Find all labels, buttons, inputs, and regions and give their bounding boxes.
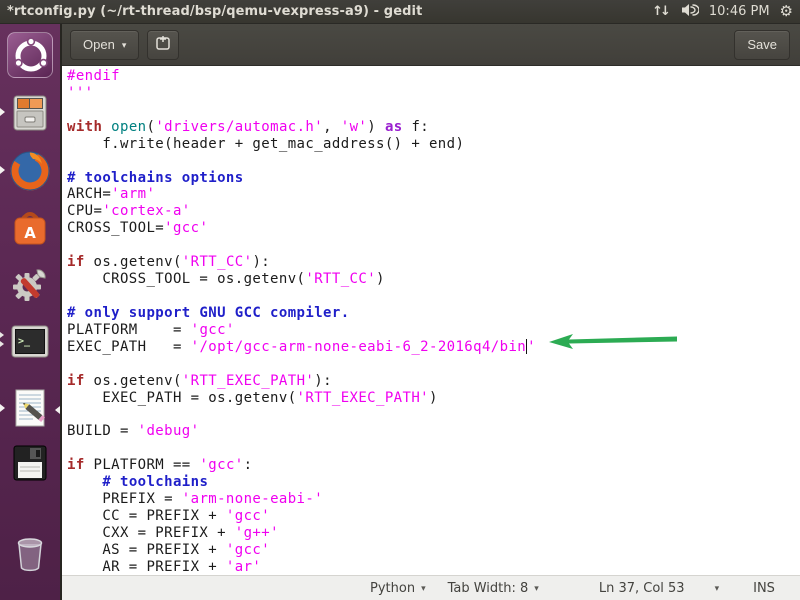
- firefox-icon: [7, 148, 53, 194]
- window-title: *rtconfig.py (~/rt-thread/bsp/qemu-vexpr…: [7, 4, 422, 19]
- chevron-down-icon: ▾: [534, 583, 539, 594]
- session-gear-icon[interactable]: ⚙: [780, 4, 793, 19]
- gear-wrench-icon: [7, 262, 53, 308]
- software-bag-icon: A: [7, 205, 53, 251]
- language-selector[interactable]: Python ▾: [370, 581, 426, 596]
- save-button[interactable]: Save: [734, 30, 790, 60]
- terminal-icon: >_: [7, 319, 53, 365]
- svg-text:>_: >_: [18, 336, 31, 347]
- ubuntu-logo-icon: [8, 33, 52, 79]
- svg-text:A: A: [24, 224, 36, 242]
- position-dropdown[interactable]: ▾: [715, 583, 720, 594]
- file-cabinet-icon: [7, 90, 53, 136]
- running-indicator: [0, 332, 4, 338]
- text-editor-paper-pencil-icon: [7, 385, 53, 431]
- new-tab-icon: [155, 35, 171, 54]
- launcher-item-system-settings[interactable]: [7, 262, 53, 308]
- launcher-item-files[interactable]: [7, 90, 53, 136]
- gedit-toolbar: Open ▾ Save: [62, 24, 800, 66]
- tab-width-selector[interactable]: Tab Width: 8 ▾: [448, 581, 539, 596]
- running-indicator: [0, 108, 5, 116]
- launcher-item-terminal[interactable]: >_: [7, 319, 53, 365]
- unity-launcher: A: [0, 24, 60, 600]
- clock[interactable]: 10:46 PM: [709, 4, 770, 19]
- trash-icon: [7, 528, 53, 574]
- volume-icon[interactable]: [681, 2, 699, 21]
- gedit-window: Open ▾ Save #endif''' with open('drivers…: [60, 24, 800, 600]
- chevron-down-icon: ▾: [421, 583, 426, 594]
- running-indicator: [0, 166, 5, 174]
- running-indicator: [0, 341, 4, 347]
- top-panel: *rtconfig.py (~/rt-thread/bsp/qemu-vexpr…: [0, 0, 800, 24]
- chevron-down-icon: ▾: [122, 39, 127, 51]
- annotation-arrow: [548, 332, 680, 354]
- editor-pane[interactable]: #endif''' with open('drivers/automac.h',…: [62, 66, 800, 575]
- open-button[interactable]: Open ▾: [70, 30, 139, 60]
- launcher-item-gedit[interactable]: [7, 385, 53, 431]
- running-indicator: [0, 404, 5, 412]
- code-area: #endif''' with open('drivers/automac.h',…: [62, 66, 800, 575]
- status-bar: Python ▾ Tab Width: 8 ▾ Ln 37, Col 53 ▾ …: [62, 575, 800, 600]
- chevron-down-icon: ▾: [715, 583, 720, 594]
- new-document-button[interactable]: [147, 30, 179, 60]
- launcher-item-ubuntu-dash[interactable]: [7, 32, 53, 78]
- launcher-item-firefox[interactable]: [7, 148, 53, 194]
- cursor-position: Ln 37, Col 53: [599, 581, 685, 596]
- desktop: *rtconfig.py (~/rt-thread/bsp/qemu-vexpr…: [0, 0, 800, 600]
- floppy-disk-icon: [7, 440, 53, 486]
- launcher-item-floppy-disk[interactable]: [7, 440, 53, 486]
- network-updown-icon[interactable]: ↑↓: [652, 4, 671, 19]
- insert-mode-indicator: INS: [753, 581, 775, 596]
- launcher-item-trash[interactable]: [7, 528, 53, 574]
- launcher-item-ubuntu-software[interactable]: A: [7, 205, 53, 251]
